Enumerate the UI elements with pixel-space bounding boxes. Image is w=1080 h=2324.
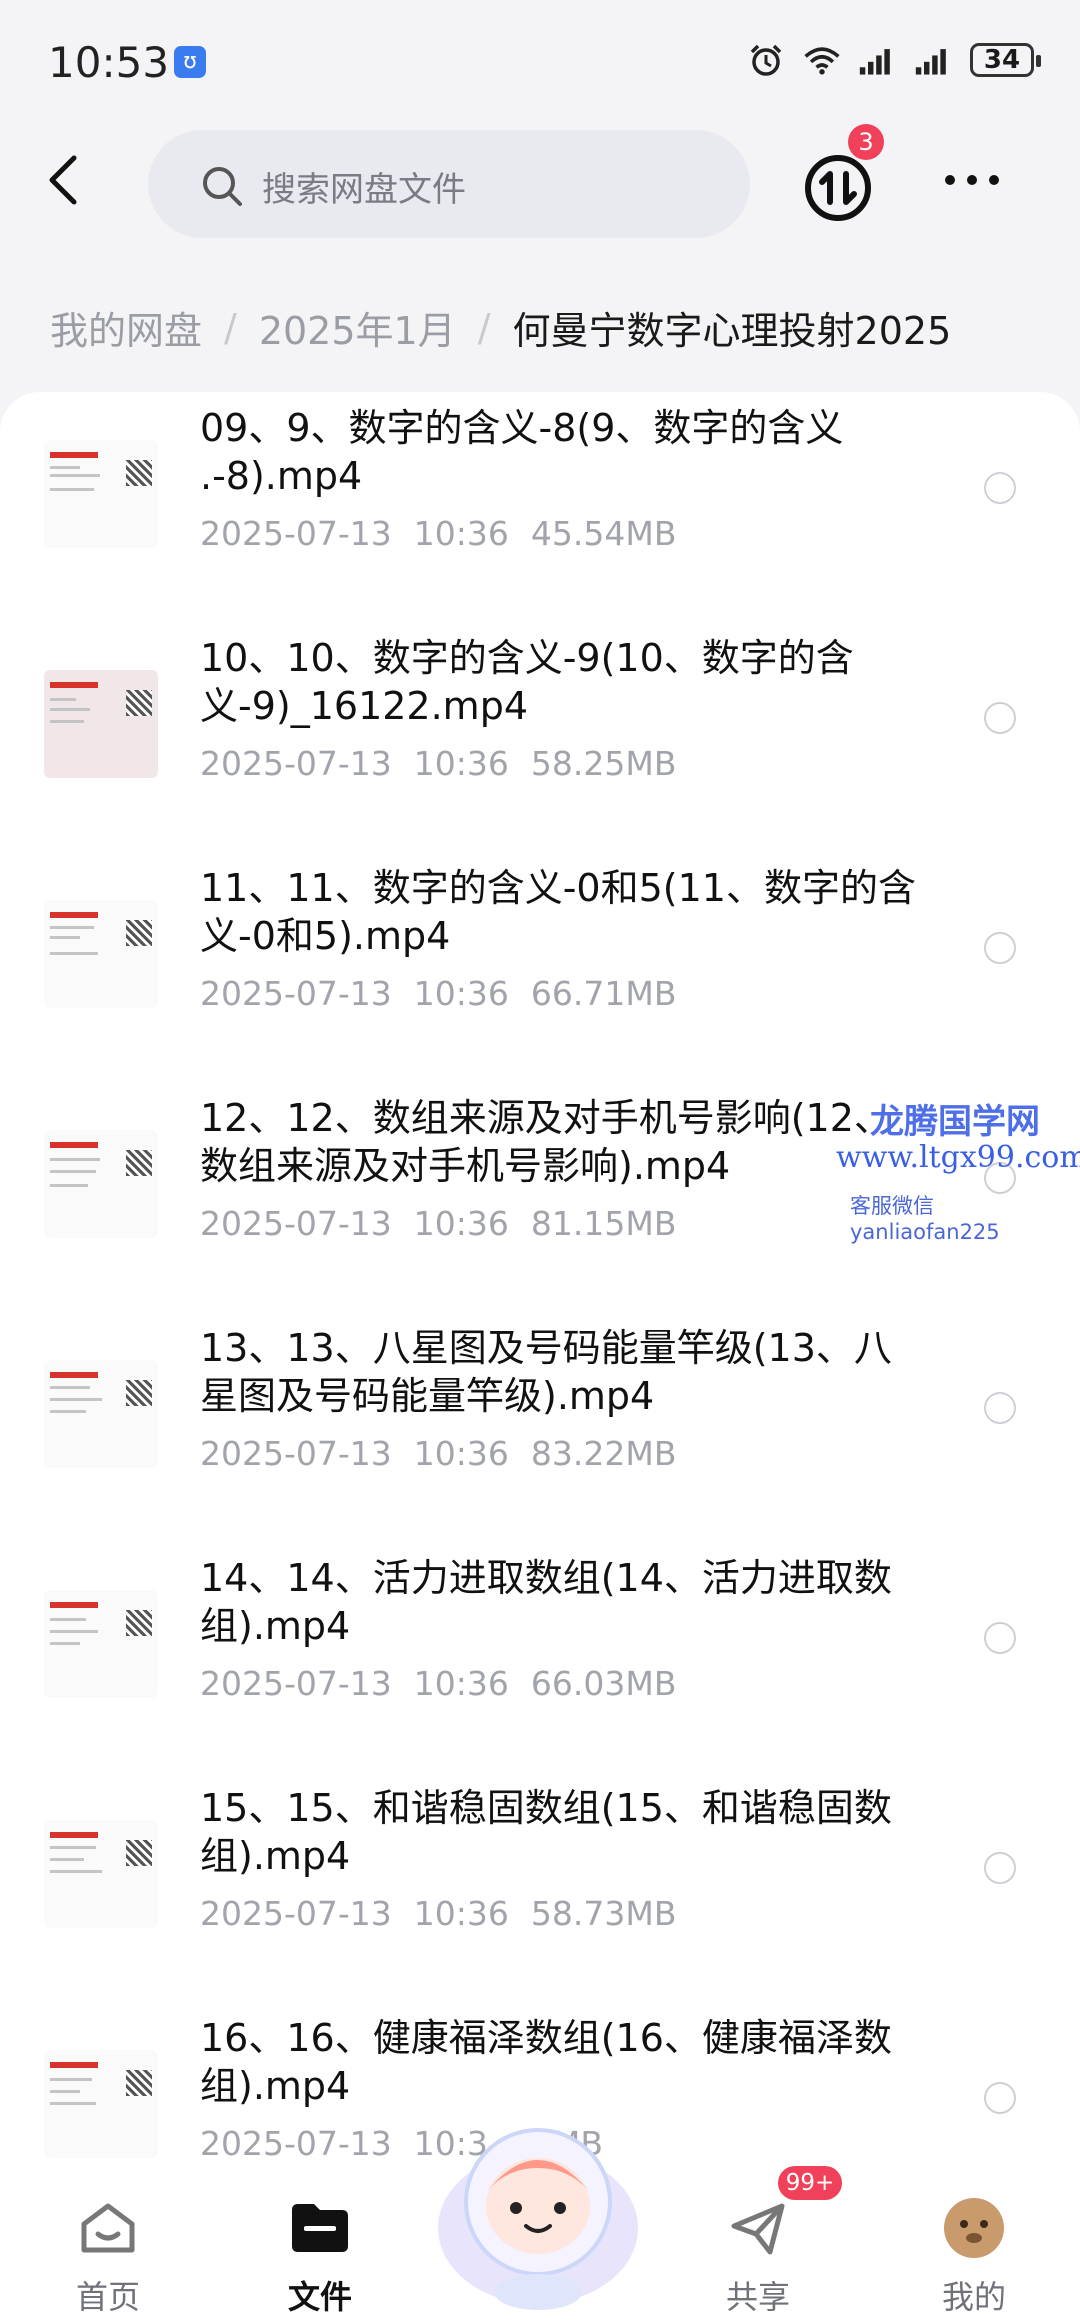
breadcrumb-item-month[interactable]: 2025年1月	[259, 300, 456, 355]
tab-home[interactable]: 首页	[38, 2196, 178, 2318]
tab-label: 共享	[725, 2278, 790, 2316]
folder-icon	[292, 2204, 348, 2252]
share-badge: 99+	[778, 2166, 842, 2200]
file-name: 10、10、数字的含义-9(10、数字的含义-9)_16122.mp4	[200, 636, 854, 728]
video-thumbnail	[44, 2050, 158, 2158]
file-row[interactable]: 14、14、活力进取数组(14、活力进取数组).mp4 2025-07-13 10:…	[0, 1542, 1080, 1770]
file-time: 10:36	[413, 1434, 509, 1473]
file-size: 66.03MB	[530, 1664, 677, 1703]
tab-label: 首页	[75, 2278, 140, 2316]
breadcrumb-separator: /	[224, 305, 237, 350]
breadcrumb: 我的网盘 / 2025年1月 / 何曼宁数字心理投射2025	[50, 300, 951, 355]
tab-share[interactable]: 共享	[688, 2196, 828, 2318]
more-icon[interactable]	[940, 168, 1004, 192]
select-checkbox[interactable]	[984, 702, 1016, 734]
file-size: 83.22MB	[530, 1434, 677, 1473]
file-meta: 2025-07-13 10:36 45.54MB	[200, 514, 698, 553]
file-size: 45.54MB	[530, 514, 677, 553]
file-name: 13、13、八星图及号码能量竿级(13、八星图及号码能量竿级).mp4	[200, 1326, 892, 1418]
file-name: 12、12、数组来源及对手机号影响(12、数组来源及对手机号影响).mp4	[200, 1096, 892, 1188]
file-meta: 2025-07-13 10:36 58.25MB	[200, 744, 698, 783]
signal-icon-2	[915, 49, 946, 75]
share-icon	[731, 2203, 785, 2255]
app-notification-icon: ʊ	[174, 46, 206, 78]
file-size: 58.73MB	[530, 1894, 677, 1933]
avatar-icon	[944, 2198, 1004, 2258]
file-row[interactable]: 10、10、数字的含义-9(10、数字的含义-9)_16122.mp4 2025-…	[0, 622, 1080, 850]
file-date: 2025-07-13	[200, 1434, 392, 1473]
file-date: 2025-07-13	[200, 2124, 392, 2162]
select-checkbox[interactable]	[984, 2082, 1016, 2114]
tab-label: 我的	[941, 2278, 1006, 2316]
file-list: 09、9、数字的含义-8(9、数字的含义 .-8).mp4 2025-07-13 1…	[0, 392, 1080, 2162]
video-thumbnail	[44, 1820, 158, 1928]
select-checkbox[interactable]	[984, 1392, 1016, 1424]
file-time: 10:36	[413, 1894, 509, 1933]
status-bar: 10:53 ʊ 34	[0, 0, 1080, 130]
watermark-line3: 客服微信 yanliaofan225	[850, 1194, 1000, 1244]
transfer-button[interactable]	[800, 150, 876, 226]
file-meta: 2025-07-13 10:36 66.71MB	[200, 974, 698, 1013]
search-input[interactable]: 搜索网盘文件	[148, 130, 750, 238]
file-name: 11、11、数字的含义-0和5(11、数字的含义-0和5).mp4	[200, 866, 916, 958]
file-date: 2025-07-13	[200, 744, 392, 783]
file-date: 2025-07-13	[200, 514, 392, 553]
status-icons: 34	[746, 42, 1041, 78]
file-time: 10:36	[413, 974, 509, 1013]
file-row[interactable]: 15、15、和谐稳固数组(15、和谐稳固数组).mp4 2025-07-13 10:…	[0, 1772, 1080, 2000]
select-checkbox[interactable]	[984, 1622, 1016, 1654]
file-meta: 2025-07-13 10:36 81.15MB	[200, 1204, 698, 1243]
file-name: 16、16、健康福泽数组(16、健康福泽数组).mp4	[200, 2016, 892, 2108]
file-time: 10:36	[413, 514, 509, 553]
file-name: 09、9、数字的含义-8(9、数字的含义 .-8).mp4	[200, 406, 844, 498]
breadcrumb-item-root[interactable]: 我的网盘	[50, 300, 202, 355]
file-size: 66.71MB	[530, 974, 677, 1013]
file-row[interactable]: 11、11、数字的含义-0和5(11、数字的含义-0和5).mp4 2025-07…	[0, 852, 1080, 1080]
select-checkbox[interactable]	[984, 932, 1016, 964]
video-thumbnail	[44, 1590, 158, 1698]
wifi-icon	[804, 47, 840, 75]
file-size: 81.15MB	[530, 1204, 677, 1243]
breadcrumb-separator: /	[477, 305, 491, 350]
signal-icon	[859, 49, 890, 75]
file-name: 14、14、活力进取数组(14、活力进取数组).mp4	[200, 1556, 892, 1648]
video-thumbnail	[44, 1130, 158, 1238]
search-placeholder: 搜索网盘文件	[262, 170, 466, 210]
video-thumbnail	[44, 900, 158, 1008]
file-date: 2025-07-13	[200, 1204, 392, 1243]
video-thumbnail	[44, 440, 158, 548]
file-time: 10:36	[413, 1204, 509, 1243]
file-time: 10:36	[413, 744, 509, 783]
video-thumbnail	[44, 1360, 158, 1468]
breadcrumb-item-current: 何曼宁数字心理投射2025	[512, 309, 952, 353]
battery-indicator: 34	[970, 43, 1041, 77]
tab-label: 文件	[287, 2278, 352, 2316]
file-meta: 2025-07-13 10:36 83.22MB	[200, 1434, 698, 1473]
file-row[interactable]: 09、9、数字的含义-8(9、数字的含义 .-8).mp4 2025-07-13 1…	[0, 392, 1080, 620]
alarm-icon	[750, 44, 782, 76]
assistant-mascot-icon[interactable]	[428, 2110, 648, 2310]
file-size: 58.25MB	[530, 744, 677, 783]
file-time: 10:36	[413, 1664, 509, 1703]
file-row[interactable]: 13、13、八星图及号码能量竿级(13、八星图及号码能量竿级).mp4 2025-…	[0, 1312, 1080, 1540]
file-date: 2025-07-13	[200, 1664, 392, 1703]
search-icon	[203, 167, 242, 206]
select-checkbox[interactable]	[984, 472, 1016, 504]
select-checkbox[interactable]	[984, 1852, 1016, 1884]
file-date: 2025-07-13	[200, 1894, 392, 1933]
watermark-line1: 龙腾国学网	[870, 1102, 1040, 1142]
watermark-line2: www.ltgx99.com	[836, 1140, 1080, 1175]
status-time: 10:53	[48, 38, 170, 87]
tab-me[interactable]: 我的	[904, 2196, 1044, 2318]
file-meta: 2025-07-13 10:36 58.73MB	[200, 1894, 698, 1933]
file-date: 2025-07-13	[200, 974, 392, 1013]
transfer-badge: 3	[848, 124, 884, 160]
file-meta: 2025-07-13 10:36 66.03MB	[200, 1664, 698, 1703]
tab-files[interactable]: 文件	[250, 2196, 390, 2318]
back-button[interactable]	[36, 150, 96, 210]
file-name: 15、15、和谐稳固数组(15、和谐稳固数组).mp4	[200, 1786, 892, 1878]
top-nav: 搜索网盘文件 3	[0, 120, 1080, 250]
video-thumbnail	[44, 670, 158, 778]
home-icon	[81, 2203, 135, 2253]
